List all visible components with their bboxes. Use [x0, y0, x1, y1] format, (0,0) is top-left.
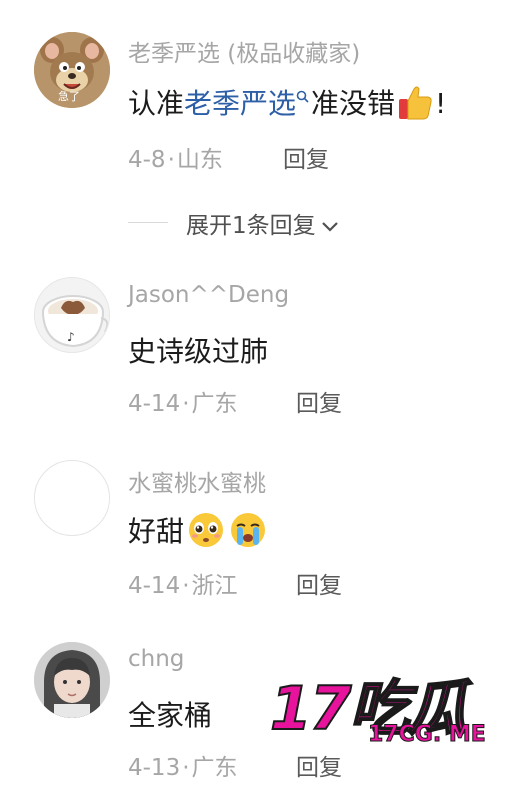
comment-date: 4-13 [128, 755, 181, 781]
comment-meta: 4-14·浙江 [128, 573, 238, 599]
search-icon[interactable] [296, 89, 309, 107]
comment-meta: 4-8·山东 [128, 147, 223, 173]
username[interactable]: 水蜜桃水蜜桃 [128, 464, 266, 498]
comment-location: 浙江 [191, 573, 238, 599]
person-photo-avatar-icon [34, 642, 110, 718]
reply-button[interactable]: 回复 [296, 384, 342, 418]
comment-text-pre: 认准 [128, 87, 185, 120]
comment-text: 全家桶 [128, 699, 213, 732]
watermark-logo: 17吃瓜 17CG. ME [269, 660, 510, 760]
comment-text-body: 好甜 [128, 515, 185, 548]
tiktok-logo-icon: ♪ [67, 330, 75, 344]
comment-text: 认准老季严选 准没错 ! [128, 82, 446, 128]
comment-location: 山东 [176, 147, 223, 173]
username[interactable]: 老季严选 (极品收藏家) [128, 34, 360, 68]
comment-date: 4-14 [128, 573, 181, 599]
thumbs-up-icon [397, 83, 433, 128]
comment-date: 4-14 [128, 391, 181, 417]
avatar[interactable]: ♪ [34, 277, 110, 353]
divider [128, 222, 168, 223]
avatar-caption: 急了 [58, 90, 80, 103]
comment-date: 4-8 [128, 147, 166, 173]
comment-location: 广东 [191, 391, 238, 417]
comment-meta: 4-13·广东 [128, 755, 238, 781]
chevron-down-icon [321, 221, 338, 232]
watermark-small-text: 17CG. ME [368, 722, 487, 748]
expand-replies-label: 展开1条回复 [186, 213, 316, 239]
username[interactable]: Jason^^Deng [128, 282, 289, 308]
comment-location: 广东 [191, 755, 238, 781]
reply-button[interactable]: 回复 [296, 566, 342, 600]
avatar[interactable] [34, 642, 110, 718]
comment-meta: 4-14·广东 [128, 391, 238, 417]
comment-text-post: 准没错 [311, 87, 396, 120]
comment-text: 好甜 [128, 510, 268, 556]
pleading-face-icon [186, 511, 226, 556]
search-link[interactable]: 老季严选 [184, 87, 296, 120]
avatar[interactable] [34, 460, 110, 536]
expand-replies-button[interactable]: 展开1条回复 [186, 206, 340, 240]
comment-text: 史诗级过肺 [128, 335, 269, 368]
comment-text-end: ! [435, 87, 447, 120]
reply-button[interactable]: 回复 [283, 140, 329, 174]
avatar[interactable]: 急了 [34, 32, 110, 108]
crying-face-icon [228, 511, 268, 556]
username[interactable]: chng [128, 646, 184, 672]
